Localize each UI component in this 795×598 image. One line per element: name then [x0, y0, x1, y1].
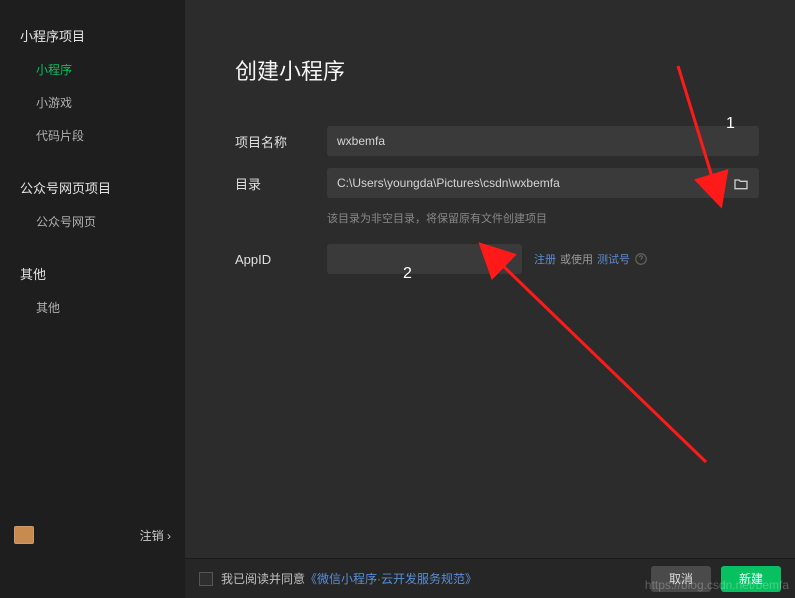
- agree-text: 我已阅读并同意: [221, 570, 305, 587]
- directory-field[interactable]: [337, 176, 733, 190]
- project-name-input[interactable]: [327, 126, 759, 156]
- sidebar-group-mp: 公众号网页项目: [0, 170, 185, 205]
- test-id-link[interactable]: 测试号: [597, 251, 630, 267]
- create-button[interactable]: 新建: [721, 566, 781, 592]
- project-name-field[interactable]: [337, 134, 749, 148]
- folder-icon[interactable]: [733, 176, 749, 190]
- sidebar: 小程序项目 小程序 小游戏 代码片段 公众号网页项目 公众号网页 其他 其他 注…: [0, 0, 185, 558]
- page-title: 创建小程序: [235, 54, 759, 86]
- help-icon[interactable]: [634, 252, 648, 266]
- chevron-down-icon: [502, 254, 512, 264]
- directory-input[interactable]: [327, 168, 759, 198]
- main-panel: 创建小程序 项目名称 目录 该目录为非空目录，将保留原有文件创建项目 AppID…: [185, 0, 795, 558]
- label-appid: AppID: [235, 252, 327, 267]
- agree-checkbox[interactable]: [199, 572, 213, 586]
- footer: 我已阅读并同意 《微信小程序·云开发服务规范》 取消 新建: [185, 558, 795, 598]
- register-link[interactable]: 注册: [534, 251, 556, 267]
- appid-or: 或使用: [560, 251, 593, 267]
- appid-dropdown[interactable]: [327, 244, 522, 274]
- project-icon[interactable]: [14, 526, 34, 544]
- sidebar-item-mpweb[interactable]: 公众号网页: [0, 205, 185, 238]
- sidebar-group-other: 其他: [0, 256, 185, 291]
- label-project-name: 项目名称: [235, 132, 327, 151]
- logout-link[interactable]: 注销 ›: [140, 527, 171, 544]
- label-directory: 目录: [235, 174, 327, 193]
- agree-link[interactable]: 《微信小程序·云开发服务规范》: [305, 570, 477, 587]
- sidebar-item-snippet[interactable]: 代码片段: [0, 119, 185, 152]
- sidebar-item-other[interactable]: 其他: [0, 291, 185, 324]
- sidebar-item-minigame[interactable]: 小游戏: [0, 86, 185, 119]
- sidebar-item-miniprogram[interactable]: 小程序: [0, 53, 185, 86]
- cancel-button[interactable]: 取消: [651, 566, 711, 592]
- sidebar-group-mini: 小程序项目: [0, 18, 185, 53]
- directory-hint: 该目录为非空目录，将保留原有文件创建项目: [327, 210, 759, 226]
